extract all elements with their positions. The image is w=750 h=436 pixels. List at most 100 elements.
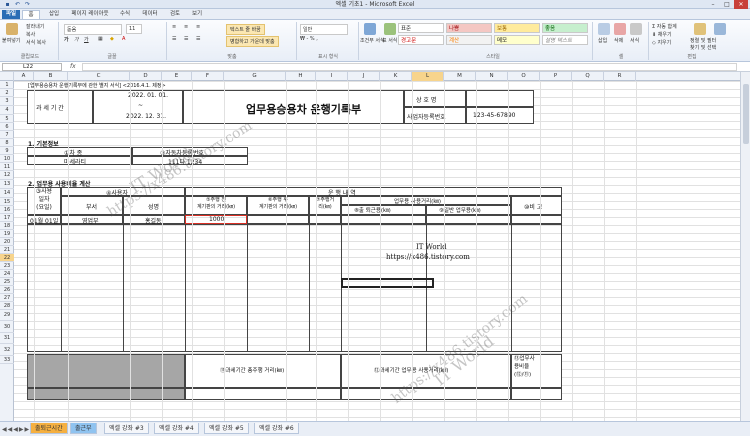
column-header[interactable]: A <box>14 72 34 81</box>
tab-formulas[interactable]: 수식 <box>116 10 134 19</box>
sheet-tab[interactable]: 엑셀 강좌 #6 <box>254 423 299 434</box>
row-header[interactable]: 31 <box>0 333 14 344</box>
fill-color-icon[interactable]: ◆ <box>110 36 114 42</box>
row-header[interactable]: 21 <box>0 246 14 254</box>
row-header[interactable]: 11 <box>0 163 14 171</box>
minimize-icon[interactable]: – <box>706 0 720 9</box>
autosum-button[interactable]: Σ 자동 합계 <box>652 23 677 30</box>
column-header[interactable]: F <box>192 72 224 81</box>
bold-button[interactable]: 가 <box>64 36 69 43</box>
selected-cell-L22[interactable] <box>341 278 434 288</box>
name-box[interactable]: L22 <box>2 63 62 71</box>
style-explanatory[interactable]: 설명 텍스트 <box>542 35 588 45</box>
sort-filter-button[interactable]: 정렬 및 필터 <box>690 37 716 44</box>
paste-button[interactable]: 붙여넣기 <box>2 37 20 44</box>
table-cell[interactable] <box>341 215 426 224</box>
row-header[interactable]: 30 <box>0 321 14 333</box>
style-calculation[interactable]: 계산 <box>446 35 492 45</box>
sheet-nav-arrows-icon[interactable]: ◀◀◀▶▶ <box>2 426 30 433</box>
font-color-icon[interactable]: A <box>122 36 125 42</box>
wrap-text-button[interactable]: 텍스트 줄 바꿈 <box>226 24 265 35</box>
fill-button[interactable]: ⬇ 채우기 <box>652 31 672 38</box>
number-format-select[interactable]: 일반 <box>300 24 348 35</box>
tab-view[interactable]: 보기 <box>188 10 206 19</box>
tab-file[interactable]: 파일 <box>2 10 20 19</box>
format-cells-button[interactable]: 서식 <box>630 37 639 44</box>
row-header[interactable]: 26 <box>0 286 14 294</box>
column-header[interactable]: D <box>130 72 162 81</box>
align-top-icon[interactable]: ≡ <box>172 24 176 30</box>
tab-data[interactable]: 데이터 <box>138 10 162 19</box>
close-icon[interactable]: ✕ <box>734 0 748 9</box>
row-header[interactable]: 20 <box>0 238 14 246</box>
column-header[interactable]: M <box>444 72 476 81</box>
row-header[interactable]: 27 <box>0 294 14 302</box>
column-header[interactable]: H <box>286 72 316 81</box>
row-header[interactable]: 22 <box>0 254 14 262</box>
row-header[interactable]: 10 <box>0 155 14 163</box>
column-header[interactable]: I <box>316 72 348 81</box>
vertical-scrollbar[interactable] <box>740 72 750 421</box>
table-format-button[interactable]: 표 서식 <box>382 37 397 44</box>
row-header[interactable]: 3 <box>0 97 14 106</box>
table-cell[interactable] <box>247 215 309 224</box>
table-cell[interactable] <box>309 215 341 224</box>
scrollbar-thumb[interactable] <box>743 84 749 144</box>
column-header[interactable]: P <box>540 72 572 81</box>
clear-button[interactable]: ◇ 지우기 <box>652 39 671 46</box>
row-header[interactable]: 14 <box>0 189 14 198</box>
column-header[interactable]: B <box>34 72 68 81</box>
format-cells-icon[interactable] <box>630 23 642 35</box>
paste-icon[interactable] <box>6 23 18 35</box>
underline-button[interactable]: 가 <box>84 36 89 43</box>
conditional-format-icon[interactable] <box>364 23 376 35</box>
row-header[interactable]: 5 <box>0 115 14 123</box>
column-header[interactable]: J <box>348 72 380 81</box>
column-header[interactable]: O <box>508 72 540 81</box>
align-right-icon[interactable]: ☰ <box>196 36 200 42</box>
worksheet-grid[interactable]: [업무용승용차 운행기록부에 관한 별지 서식] <2016.4.1. 제정> … <box>14 81 740 421</box>
column-header[interactable]: C <box>68 72 130 81</box>
column-header[interactable]: K <box>380 72 412 81</box>
align-left-icon[interactable]: ☰ <box>172 36 176 42</box>
sheet-tab[interactable]: 출근부 <box>70 423 97 434</box>
formula-input[interactable] <box>82 63 737 71</box>
format-painter-button[interactable]: 서식 복사 <box>26 39 46 46</box>
row-header[interactable]: 8 <box>0 139 14 147</box>
style-warning[interactable]: 경고문 <box>398 35 444 45</box>
style-normal[interactable]: 표준 <box>398 23 444 33</box>
insert-cells-icon[interactable] <box>598 23 610 35</box>
cut-button[interactable]: 잘라내기 <box>26 23 44 30</box>
tab-page-layout[interactable]: 페이지 레이아웃 <box>68 10 112 19</box>
column-header[interactable]: N <box>476 72 508 81</box>
row-header[interactable]: 33 <box>0 356 14 364</box>
column-header[interactable]: E <box>162 72 192 81</box>
row-header[interactable]: 19 <box>0 230 14 238</box>
table-cell[interactable] <box>341 388 511 400</box>
row-header[interactable]: 1 <box>0 81 14 89</box>
copy-button[interactable]: 복사 <box>26 31 35 38</box>
row-header[interactable]: 6 <box>0 123 14 131</box>
table-format-icon[interactable] <box>384 23 396 35</box>
row-header[interactable]: 29 <box>0 310 14 321</box>
delete-cells-icon[interactable] <box>614 23 626 35</box>
style-bad[interactable]: 나쁨 <box>446 23 492 33</box>
align-middle-icon[interactable]: ≡ <box>184 24 188 30</box>
row-header[interactable]: 25 <box>0 278 14 286</box>
column-header[interactable]: G <box>224 72 286 81</box>
currency-icon[interactable]: ₩ - % , <box>300 36 318 42</box>
sheet-tab[interactable]: 엑셀 강좌 #5 <box>204 423 249 434</box>
border-icon[interactable]: ▦ <box>98 36 103 42</box>
column-header[interactable]: Q <box>572 72 604 81</box>
row-header[interactable]: 7 <box>0 131 14 139</box>
delete-cells-button[interactable]: 삭제 <box>614 37 623 44</box>
tab-home[interactable]: 홈 <box>22 10 40 19</box>
italic-button[interactable]: 가 <box>74 36 79 43</box>
row-header[interactable]: 23 <box>0 262 14 270</box>
table-cell[interactable] <box>511 388 562 400</box>
fx-icon[interactable]: fx <box>70 62 76 72</box>
row-header[interactable]: 15 <box>0 198 14 206</box>
table-cell[interactable] <box>426 215 511 224</box>
table-cell[interactable] <box>511 215 562 224</box>
style-good[interactable]: 좋음 <box>542 23 588 33</box>
